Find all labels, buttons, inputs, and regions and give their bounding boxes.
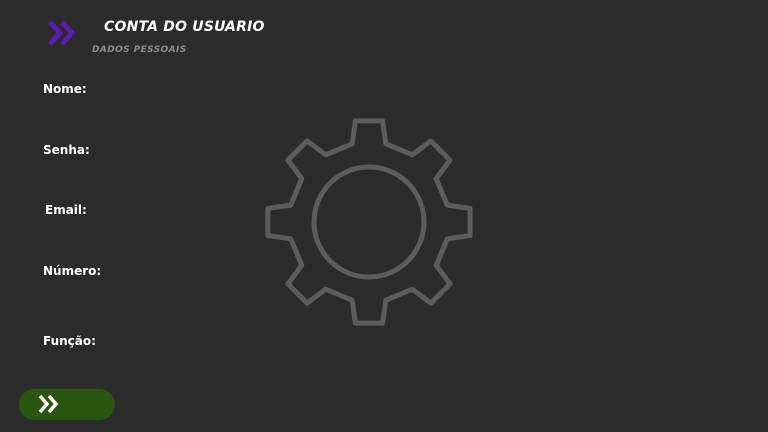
number-label: Número: bbox=[43, 264, 102, 278]
role-label: Função: bbox=[43, 334, 96, 348]
email-label: Email: bbox=[45, 203, 87, 217]
name-label: Nome: bbox=[43, 82, 87, 96]
page-title: CONTA DO USUARIO bbox=[104, 19, 265, 35]
password-label: Senha: bbox=[43, 143, 90, 157]
gear-icon bbox=[262, 115, 476, 329]
double-chevron-right-icon bbox=[38, 394, 59, 414]
next-button[interactable] bbox=[19, 389, 115, 420]
section-subtitle: DADOS PESSOAIS bbox=[92, 45, 187, 55]
double-chevron-right-icon[interactable] bbox=[47, 19, 77, 47]
